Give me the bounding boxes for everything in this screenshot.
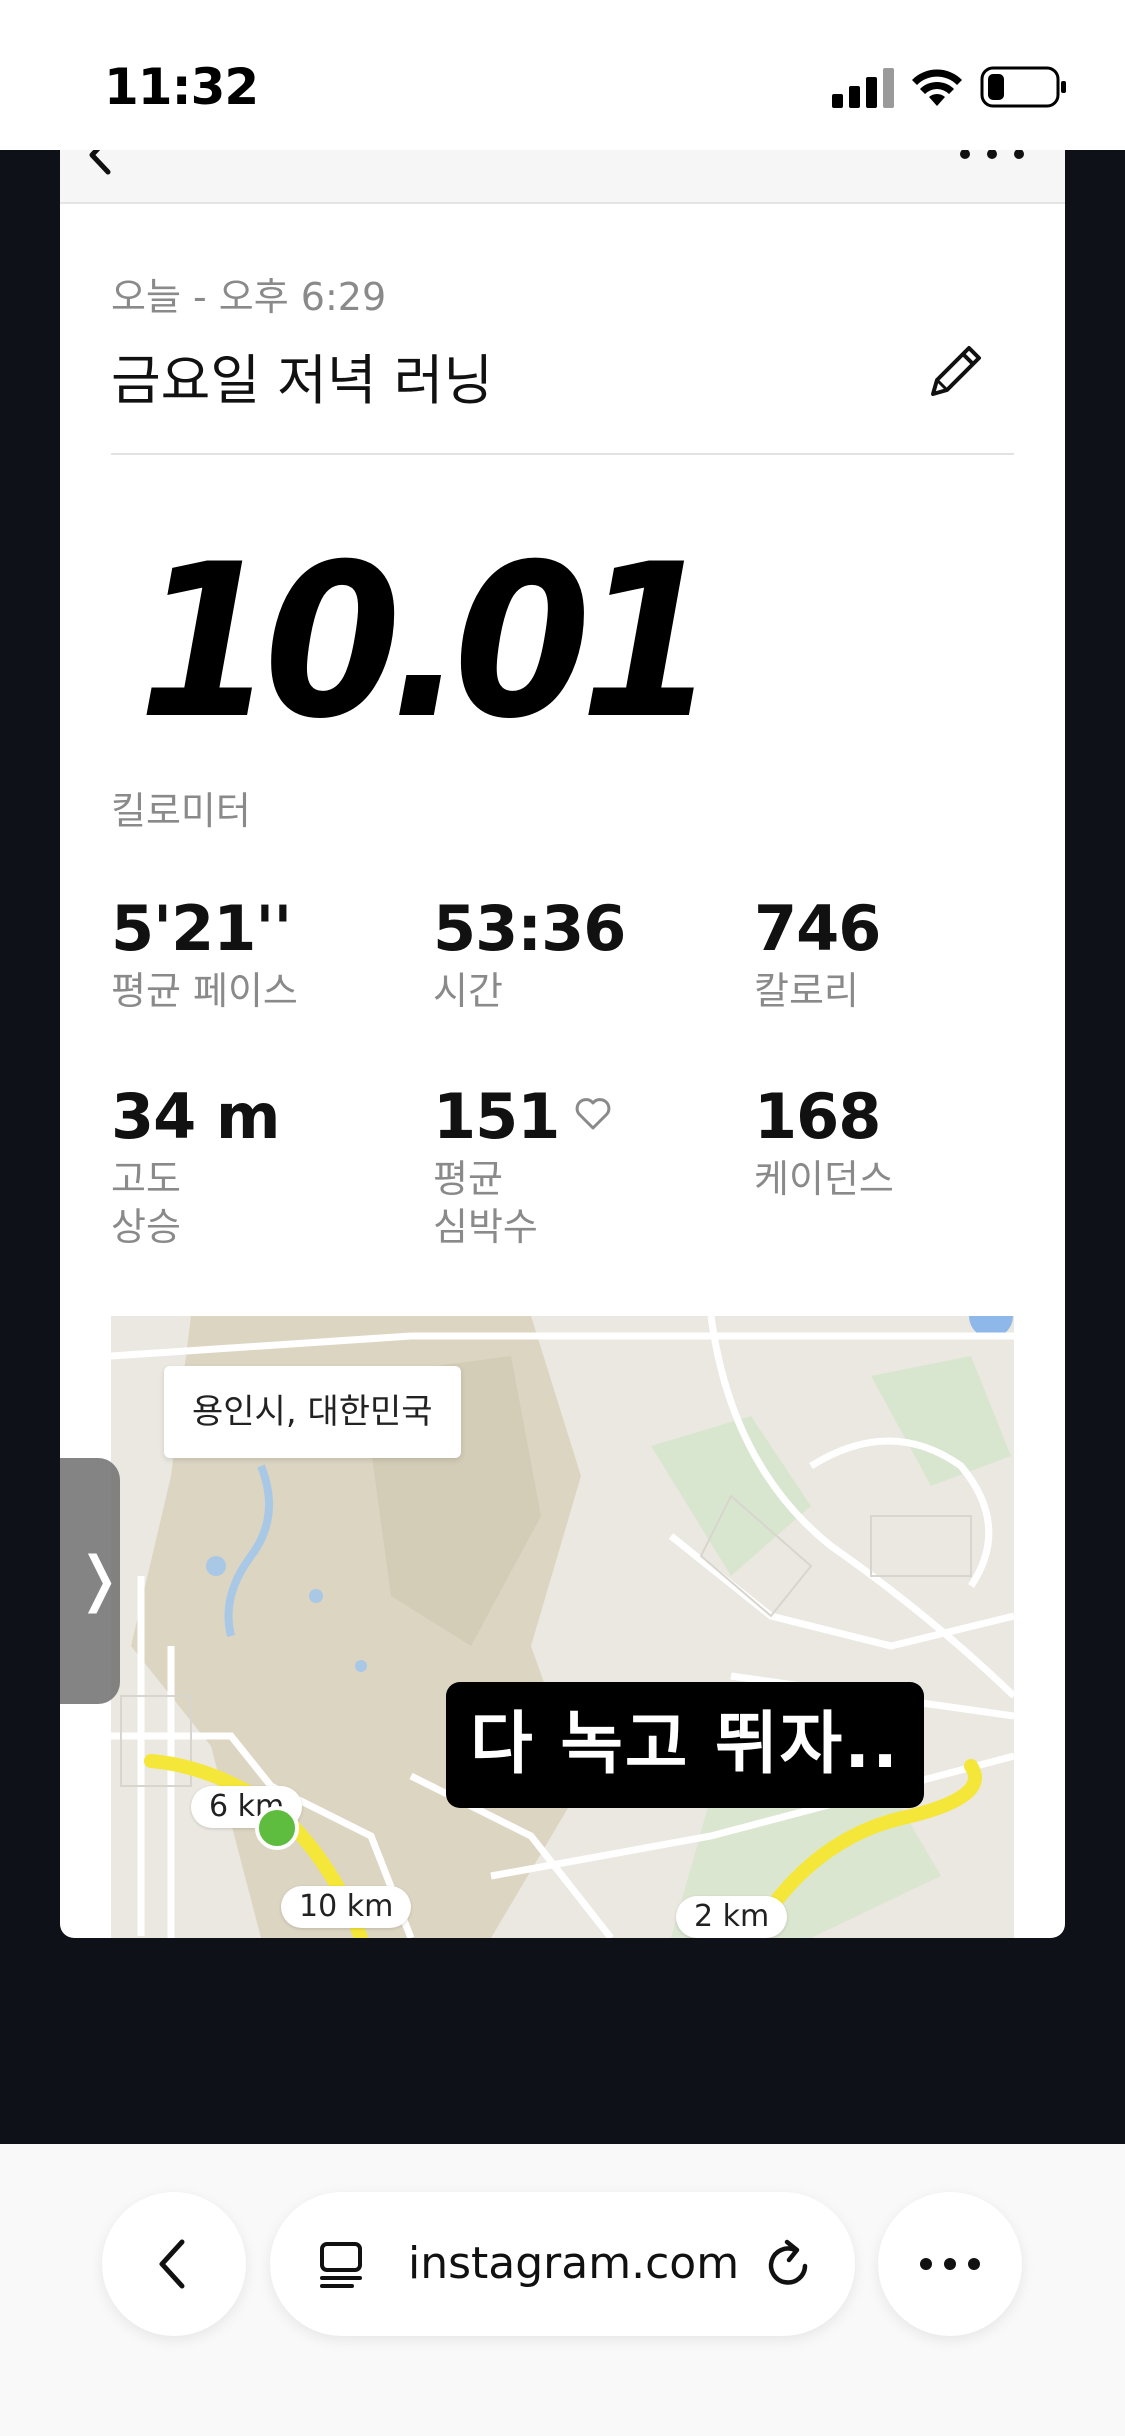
stat-cadence: 168 케이던스: [754, 1080, 894, 1203]
stat-elevation-gain: 34 m 고도 상승: [111, 1080, 280, 1251]
activity-title: 금요일 저녁 러닝: [111, 349, 494, 412]
more-dots-icon: [920, 2258, 980, 2270]
heart-icon: [576, 1098, 611, 1130]
stat-value: 168: [754, 1080, 881, 1153]
stat-label: 평균: [433, 1157, 503, 1201]
status-icons: [832, 66, 1066, 108]
stat-value: 5'21'': [111, 892, 292, 965]
stat-avg-pace: 5'21'' 평균 페이스: [111, 892, 298, 1015]
stat-value-row: 151: [433, 1080, 613, 1153]
story-caption: 다 녹고 뛰자..: [446, 1682, 924, 1808]
stat-value: 151: [433, 1080, 560, 1153]
distance-value: 10.01: [138, 518, 717, 765]
url-text: instagram.com: [408, 2238, 740, 2289]
browser-more-button[interactable]: [878, 2192, 1022, 2336]
battery-icon: [980, 66, 1066, 108]
stat-label: 시간: [433, 969, 503, 1013]
route-map[interactable]: 용인시, 대한민국 6 km 10 km 2 km: [111, 1316, 1014, 1938]
stat-label: 칼로리: [754, 969, 859, 1013]
stat-label: 심박수: [433, 1205, 538, 1249]
km-marker: 10 km: [281, 1886, 412, 1928]
stat-label: 케이던스: [754, 1157, 894, 1201]
stat-label: 평균 페이스: [111, 969, 298, 1013]
reload-icon[interactable]: [761, 2238, 815, 2292]
edit-pencil-icon[interactable]: [925, 338, 989, 402]
status-bar: 11:32: [0, 0, 1125, 150]
stat-label: 고도: [111, 1157, 181, 1201]
start-marker-icon: [255, 1806, 299, 1850]
card-header: [60, 150, 1065, 204]
stat-avg-heart-rate: 151 평균 심박수: [433, 1080, 613, 1251]
back-arrow-icon: [159, 2239, 185, 2289]
address-bar[interactable]: instagram.com: [270, 2192, 855, 2336]
location-chip: 용인시, 대한민국: [164, 1366, 461, 1458]
side-drawer-handle[interactable]: ❭: [60, 1458, 124, 1704]
stat-calories: 746 칼로리: [754, 892, 881, 1015]
stat-label: 상승: [111, 1205, 181, 1249]
km-marker: 2 km: [676, 1896, 788, 1938]
cellular-signal-icon: [832, 68, 894, 108]
stat-value: 746: [754, 892, 881, 965]
back-chevron-icon[interactable]: [78, 150, 124, 178]
more-options-icon[interactable]: [957, 150, 1027, 164]
distance-unit: 킬로미터: [111, 789, 251, 833]
browser-toolbar: instagram.com: [0, 2144, 1125, 2436]
chevron-right-icon: ❭: [74, 1544, 125, 1614]
wifi-icon: [912, 69, 962, 106]
stat-time: 53:36 시간: [433, 892, 626, 1015]
stat-value: 34 m: [111, 1080, 280, 1153]
stat-value: 53:36: [433, 892, 626, 965]
tab-overview-icon: [320, 2242, 362, 2288]
status-time: 11:32: [104, 58, 259, 116]
divider: [111, 453, 1014, 455]
activity-date: 오늘 - 오후 6:29: [111, 275, 387, 319]
browser-back-button[interactable]: [102, 2192, 246, 2336]
